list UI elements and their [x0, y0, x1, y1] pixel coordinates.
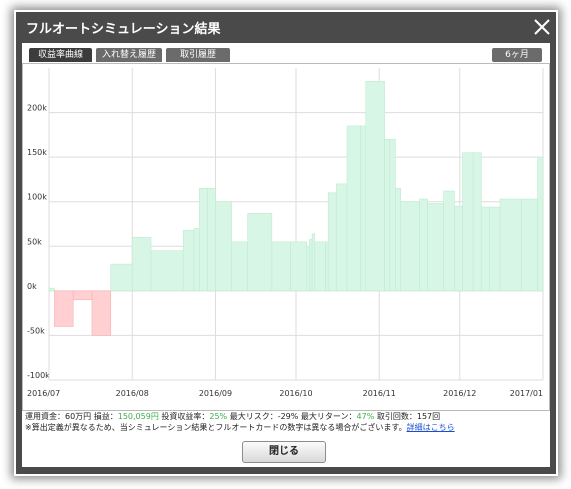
y-tick-label: -50k: [27, 326, 45, 335]
tab-replacement-history[interactable]: 入れ替え履歴: [96, 48, 162, 62]
y-tick-label: 0k: [27, 282, 37, 291]
x-tick-label: 2016/11: [363, 389, 396, 398]
tab-trade-history[interactable]: 取引履歴: [166, 48, 230, 62]
area-step: [271, 241, 291, 292]
x-tick-label: 2016/08: [116, 389, 149, 398]
period-selector[interactable]: 6ヶ月: [492, 48, 542, 62]
details-link[interactable]: 詳細はこちら: [407, 423, 455, 432]
area-step: [325, 241, 329, 292]
y-tick-label: 200k: [27, 104, 47, 113]
yield-chart: -100k -50k 0k 50k 100k 150k 200k 2016/07 2016/08…: [22, 63, 550, 411]
area-step: [182, 229, 195, 292]
yield-chart-svg: -100k -50k 0k 50k 100k 150k 200k 2016/07 2016/08…: [27, 68, 544, 398]
dialog-content: 収益率曲線 入れ替え履歴 取引履歴 6ヶ月 -100k -50k 0k 50k 100k…: [22, 43, 550, 467]
area-step: [489, 206, 501, 292]
y-tick-label: 100k: [27, 193, 47, 202]
close-button[interactable]: 閉じる: [242, 441, 326, 463]
y-tick-label: 150k: [27, 148, 47, 157]
area-step: [306, 245, 310, 292]
tab-yield-curve[interactable]: 収益率曲線: [29, 48, 92, 62]
max-return-value: 47%: [356, 412, 375, 421]
max-return-label: 最大リターン：: [300, 412, 357, 421]
area-step: [309, 238, 313, 292]
profit-label: 損益：: [93, 412, 118, 421]
area-step: [91, 290, 112, 336]
area-step: [311, 233, 316, 292]
yield-value: 25%: [209, 412, 228, 421]
area-step: [54, 290, 74, 327]
profit-value: 150,059円: [117, 412, 159, 421]
note-text: ※算出定義が異なるため、当シミュレーション結果とフルオートカードの数字は異なる場…: [25, 423, 407, 432]
x-tick-label: 2017/01: [510, 389, 543, 398]
x-tick-label: 2016/09: [199, 389, 232, 398]
y-tick-label: -100k: [27, 371, 50, 380]
title-bar: フルオートシミュレーション結果: [16, 12, 556, 42]
area-step: [314, 241, 326, 292]
area-step: [365, 81, 385, 292]
area-step: [110, 263, 133, 292]
area-step: [231, 241, 248, 292]
area-step: [454, 205, 463, 292]
area-step: [521, 198, 538, 292]
area-step: [499, 198, 522, 292]
area-step: [419, 198, 428, 292]
x-tick-label: 2016/07: [27, 389, 60, 398]
area-step: [207, 188, 216, 292]
x-tick-label: 2016/10: [279, 389, 312, 398]
note-line: ※算出定義が異なるため、当シミュレーション結果とフルオートカードの数字は異なる場…: [25, 422, 455, 433]
dialog-title: フルオートシミュレーション結果: [26, 22, 221, 37]
area-step: [480, 206, 490, 292]
close-icon[interactable]: [532, 17, 552, 37]
area-step: [400, 201, 420, 292]
area-step: [48, 287, 55, 292]
area-step: [327, 192, 337, 292]
area-step: [389, 139, 396, 292]
area-step: [199, 188, 208, 292]
area-step: [150, 250, 184, 292]
area-step: [395, 188, 402, 292]
area-step: [427, 203, 444, 292]
area-step: [462, 152, 474, 292]
area-step: [131, 237, 152, 292]
area-step: [346, 125, 361, 292]
area-step: [537, 156, 544, 292]
yield-label: 投資収益率：: [161, 412, 210, 421]
max-risk-text: 最大リスク：-29%: [229, 412, 299, 421]
area-step: [72, 290, 93, 301]
simulation-dialog: フルオートシミュレーション結果 収益率曲線 入れ替え履歴 取引履歴 6ヶ月 -1…: [16, 12, 556, 474]
area-step: [360, 125, 367, 292]
area-step: [472, 152, 482, 292]
trade-count-text: 取引回数：157回: [376, 412, 441, 421]
area-step: [215, 201, 232, 292]
area-step: [247, 213, 273, 292]
summary-line: 運用資金：60万円 損益：150,059円 投資収益率：25% 最大リスク：-2…: [25, 411, 440, 422]
y-tick-label: 50k: [27, 237, 42, 246]
capital-text: 運用資金：60万円: [25, 412, 92, 421]
area-step: [335, 183, 348, 292]
area-step: [443, 190, 455, 292]
area-step: [193, 228, 200, 292]
area-step: [290, 241, 308, 292]
x-tick-label: 2016/12: [443, 389, 476, 398]
area-step: [384, 139, 391, 292]
